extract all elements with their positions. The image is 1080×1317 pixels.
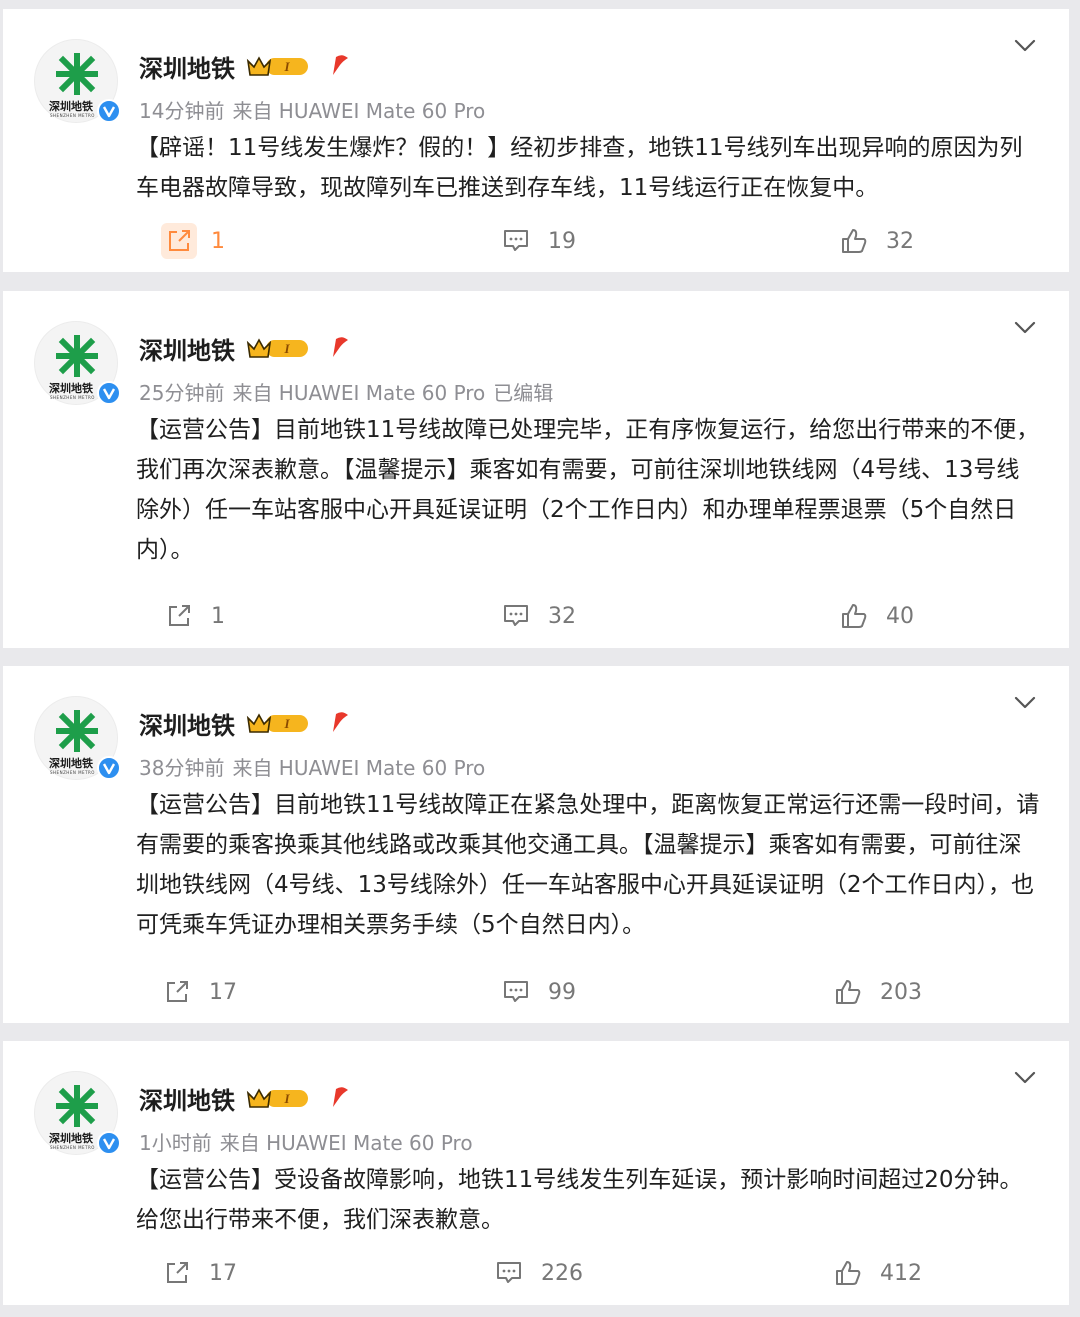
chevron-down-icon[interactable] (1014, 696, 1036, 710)
post-source: 来自 HUAWEI Mate 60 Pro (232, 381, 486, 405)
vip-crown-icon[interactable]: I (246, 53, 310, 79)
like-count: 32 (886, 228, 914, 254)
author-name[interactable]: 深圳地铁 (139, 1081, 235, 1116)
comment-count: 19 (548, 228, 576, 254)
verified-badge-icon (97, 381, 121, 405)
chevron-down-icon[interactable] (1014, 1071, 1036, 1085)
edited-label[interactable]: 已编辑 (493, 381, 553, 405)
weibo-feed: 深圳地铁 SHENZHEN METRO 深圳地铁 I 14分钟前 来自 HUAWE… (0, 0, 1080, 1317)
comment-icon (504, 230, 528, 251)
like-count: 412 (880, 1260, 922, 1286)
action-bar: 17 226 412 (3, 1253, 1069, 1293)
post-meta: 25分钟前 来自 HUAWEI Mate 60 Pro 已编辑 (139, 377, 553, 406)
verified-badge-icon (97, 756, 121, 780)
share-count: 17 (209, 979, 237, 1005)
fire-badge-icon[interactable] (328, 335, 350, 359)
post-card: 深圳地铁 SHENZHEN METRO 深圳地铁 I 38分钟前 来自 HUAWE… (3, 666, 1069, 1023)
comment-count: 99 (548, 979, 576, 1005)
share-icon (167, 1262, 188, 1283)
comment-icon (497, 1262, 521, 1283)
like-icon (842, 604, 867, 628)
like-button[interactable]: 412 (830, 1253, 922, 1293)
post-meta: 38分钟前 来自 HUAWEI Mate 60 Pro (139, 752, 485, 781)
like-button[interactable]: 203 (830, 972, 922, 1012)
avatar-logo-subtext: SHENZHEN METRO (50, 395, 95, 400)
author-name[interactable]: 深圳地铁 (139, 706, 235, 741)
chevron-down-icon[interactable] (1014, 321, 1036, 335)
fire-badge-icon[interactable] (328, 53, 350, 77)
share-count: 17 (209, 1260, 237, 1286)
share-button[interactable]: 1 (161, 596, 225, 636)
comment-button[interactable]: 226 (491, 1253, 583, 1293)
post-meta: 14分钟前 来自 HUAWEI Mate 60 Pro (139, 95, 485, 124)
share-count: 1 (211, 603, 225, 629)
post-source: 来自 HUAWEI Mate 60 Pro (219, 1131, 473, 1155)
avatar-logo-subtext: SHENZHEN METRO (50, 770, 95, 775)
author-name[interactable]: 深圳地铁 (139, 331, 235, 366)
avatar-logo-text: 深圳地铁 (49, 1132, 93, 1145)
post-source: 来自 HUAWEI Mate 60 Pro (232, 756, 486, 780)
action-bar: 1 32 40 (3, 596, 1069, 636)
avatar-logo-subtext: SHENZHEN METRO (50, 1145, 95, 1150)
action-bar: 1 19 32 (3, 221, 1069, 261)
shenzhen-metro-logo (56, 335, 98, 377)
post-time[interactable]: 25分钟前 (139, 381, 224, 405)
like-button[interactable]: 32 (836, 221, 914, 261)
post-time[interactable]: 38分钟前 (139, 756, 224, 780)
vip-crown-icon[interactable]: I (246, 1085, 310, 1111)
post-card: 深圳地铁 SHENZHEN METRO 深圳地铁 I 14分钟前 来自 HUAWE… (3, 9, 1069, 272)
comment-count: 32 (548, 603, 576, 629)
avatar-logo-subtext: SHENZHEN METRO (50, 113, 95, 118)
author-name[interactable]: 深圳地铁 (139, 49, 235, 84)
like-icon (836, 980, 861, 1004)
like-button[interactable]: 40 (836, 596, 914, 636)
comment-count: 226 (541, 1260, 583, 1286)
comment-icon (504, 981, 528, 1002)
share-button[interactable]: 1 (161, 221, 225, 261)
like-count: 40 (886, 603, 914, 629)
post-content: 【运营公告】目前地铁11号线故障正在紧急处理中，距离恢复正常运行还需一段时间，请… (136, 792, 1040, 938)
comment-icon (504, 605, 528, 626)
vip-crown-icon[interactable]: I (246, 710, 310, 736)
comment-button[interactable]: 19 (498, 221, 576, 261)
vip-crown-icon[interactable]: I (246, 335, 310, 361)
share-icon (169, 605, 190, 626)
like-icon (836, 1261, 861, 1285)
post-card: 深圳地铁 SHENZHEN METRO 深圳地铁 I 1小时前 来自 HUAWEI… (3, 1041, 1069, 1305)
like-count: 203 (880, 979, 922, 1005)
avatar-logo-text: 深圳地铁 (49, 382, 93, 395)
fire-badge-icon[interactable] (328, 710, 350, 734)
shenzhen-metro-logo (56, 53, 98, 95)
share-icon (169, 230, 190, 251)
share-button[interactable]: 17 (159, 972, 237, 1012)
post-content: 【辟谣！11号线发生爆炸？假的！】经初步排查，地铁11号线列车出现异响的原因为列… (136, 135, 1023, 201)
post-content: 【运营公告】受设备故障影响，地铁11号线发生列车延误，预计影响时间超过20分钟。… (136, 1167, 1023, 1233)
avatar-logo-text: 深圳地铁 (49, 757, 93, 770)
chevron-down-icon[interactable] (1014, 39, 1036, 53)
post-content: 【运营公告】目前地铁11号线故障已处理完毕，正有序恢复运行，给您出行带来的不便，… (136, 417, 1040, 563)
verified-badge-icon (97, 1131, 121, 1155)
share-count: 1 (211, 228, 225, 254)
comment-button[interactable]: 32 (498, 596, 576, 636)
post-time[interactable]: 1小时前 (139, 1131, 212, 1155)
avatar-logo-text: 深圳地铁 (49, 100, 93, 113)
shenzhen-metro-logo (56, 710, 98, 752)
vip-level: I (283, 716, 290, 731)
verified-badge-icon (97, 99, 121, 123)
vip-level: I (283, 59, 290, 74)
share-button[interactable]: 17 (159, 1253, 237, 1293)
comment-button[interactable]: 99 (498, 972, 576, 1012)
post-meta: 1小时前 来自 HUAWEI Mate 60 Pro (139, 1127, 473, 1156)
share-icon (167, 981, 188, 1002)
action-bar: 17 99 203 (3, 972, 1069, 1012)
vip-level: I (283, 1091, 290, 1106)
post-time[interactable]: 14分钟前 (139, 99, 224, 123)
post-source: 来自 HUAWEI Mate 60 Pro (232, 99, 486, 123)
fire-badge-icon[interactable] (328, 1085, 350, 1109)
post-card: 深圳地铁 SHENZHEN METRO 深圳地铁 I 25分钟前 来自 HUAWE… (3, 291, 1069, 648)
like-icon (842, 229, 867, 253)
shenzhen-metro-logo (56, 1085, 98, 1127)
vip-level: I (283, 341, 290, 356)
